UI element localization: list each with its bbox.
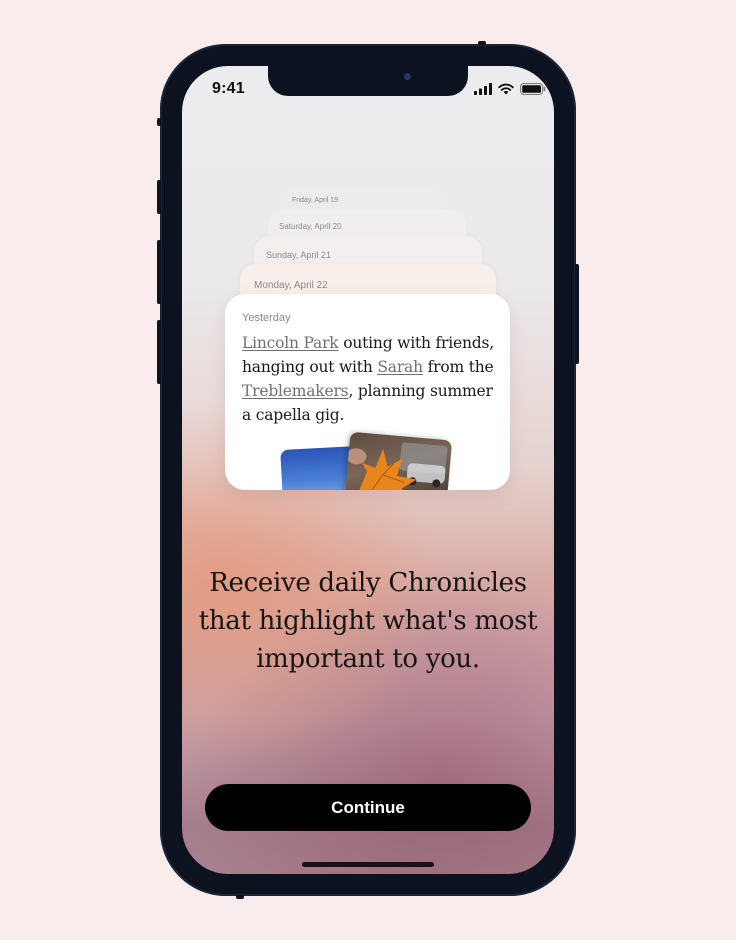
volume-down-button (157, 320, 161, 384)
group-link-treblemakers[interactable]: Treblemakers (242, 382, 349, 400)
autumn-leaf-photo-thumbnail (343, 431, 453, 490)
chronicle-summary: Lincoln Park outing with friends, hangin… (242, 331, 502, 427)
top-antenna-line (478, 41, 486, 45)
notch (268, 66, 468, 96)
onboarding-stage: 9:41 Friday, April 19 Saturday, April 20… (0, 0, 736, 940)
card-date: Sunday, April 21 (266, 250, 331, 260)
card-date: Friday, April 19 (292, 197, 339, 204)
front-camera (404, 73, 411, 80)
chronicle-card-yesterday: Yesterday Lincoln Park outing with frien… (225, 294, 510, 490)
continue-button[interactable]: Continue (205, 784, 531, 831)
side-notch-left (157, 118, 161, 126)
home-indicator[interactable] (302, 862, 434, 867)
autumn-leaf-photo-art (346, 442, 448, 490)
mute-switch (157, 180, 161, 214)
battery-icon (520, 83, 546, 95)
status-time: 9:41 (212, 80, 245, 97)
card-date: Monday, April 22 (254, 280, 328, 291)
bottom-antenna-line (236, 895, 244, 899)
card-date: Yesterday (242, 312, 291, 324)
card-date: Saturday, April 20 (279, 222, 342, 231)
cellular-signal-icon (474, 83, 492, 95)
power-button (575, 264, 579, 364)
volume-up-button (157, 240, 161, 304)
onboarding-headline: Receive daily Chronicles that highlight … (198, 568, 538, 674)
status-icons (474, 82, 546, 96)
person-link-sarah[interactable]: Sarah (377, 358, 423, 376)
summary-text: from the (422, 358, 494, 376)
wifi-icon (498, 83, 514, 95)
place-link-lincoln-park[interactable]: Lincoln Park (242, 334, 339, 352)
